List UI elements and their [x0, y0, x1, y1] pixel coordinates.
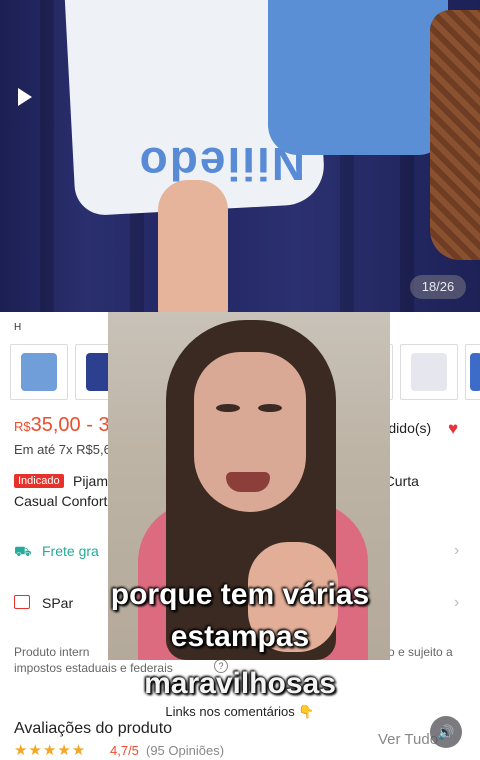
sound-icon[interactable]: 🔊: [430, 716, 462, 748]
presenter-eye: [258, 404, 282, 412]
truck-icon: ⛟: [14, 543, 32, 559]
thumbnail-shirt: [411, 353, 447, 391]
recommended-badge: Indicado: [14, 474, 64, 488]
rating-value: 4,7/5: [110, 743, 139, 758]
curtain-fold: [40, 0, 54, 312]
presenter-eye: [216, 404, 240, 412]
see-all-link[interactable]: Ver Tudo: [378, 731, 438, 748]
store-label: H: [14, 322, 22, 333]
thumbnail-shirt: [21, 353, 57, 391]
pajama-shorts-blue: [268, 0, 448, 155]
chevron-right-icon[interactable]: ›: [454, 542, 459, 560]
wicker-basket: [430, 10, 480, 260]
currency-symbol: R$: [14, 419, 31, 434]
variant-thumbnail[interactable]: [10, 344, 68, 400]
variant-thumbnail[interactable]: [400, 344, 458, 400]
subtitle-line: estampas: [170, 620, 310, 653]
reviews-title: Avaliações do produto: [14, 720, 173, 737]
thumbnail-shirt: [470, 353, 480, 391]
links-note: Links nos comentários 👇: [165, 704, 315, 719]
subtitle-line: porque tem várias: [110, 578, 370, 611]
play-icon[interactable]: [18, 88, 32, 106]
installments-text: Em até 7x R$5,61: [14, 442, 119, 457]
heart-icon[interactable]: ♥: [448, 420, 458, 438]
image-page-counter: 18/26: [410, 275, 466, 299]
free-shipping-label[interactable]: Frete gra: [42, 543, 99, 559]
rating-count: (95 Opiniões): [146, 743, 225, 758]
product-media-image[interactable]: Niiiedo 18/26: [0, 0, 480, 312]
variant-thumbnail[interactable]: [465, 344, 480, 400]
subtitle-line: maravilhosas: [144, 667, 336, 700]
star-rating-icon: ★★★★★: [14, 742, 87, 759]
presenter-mouth: [226, 472, 270, 492]
holding-hand: [158, 180, 228, 312]
